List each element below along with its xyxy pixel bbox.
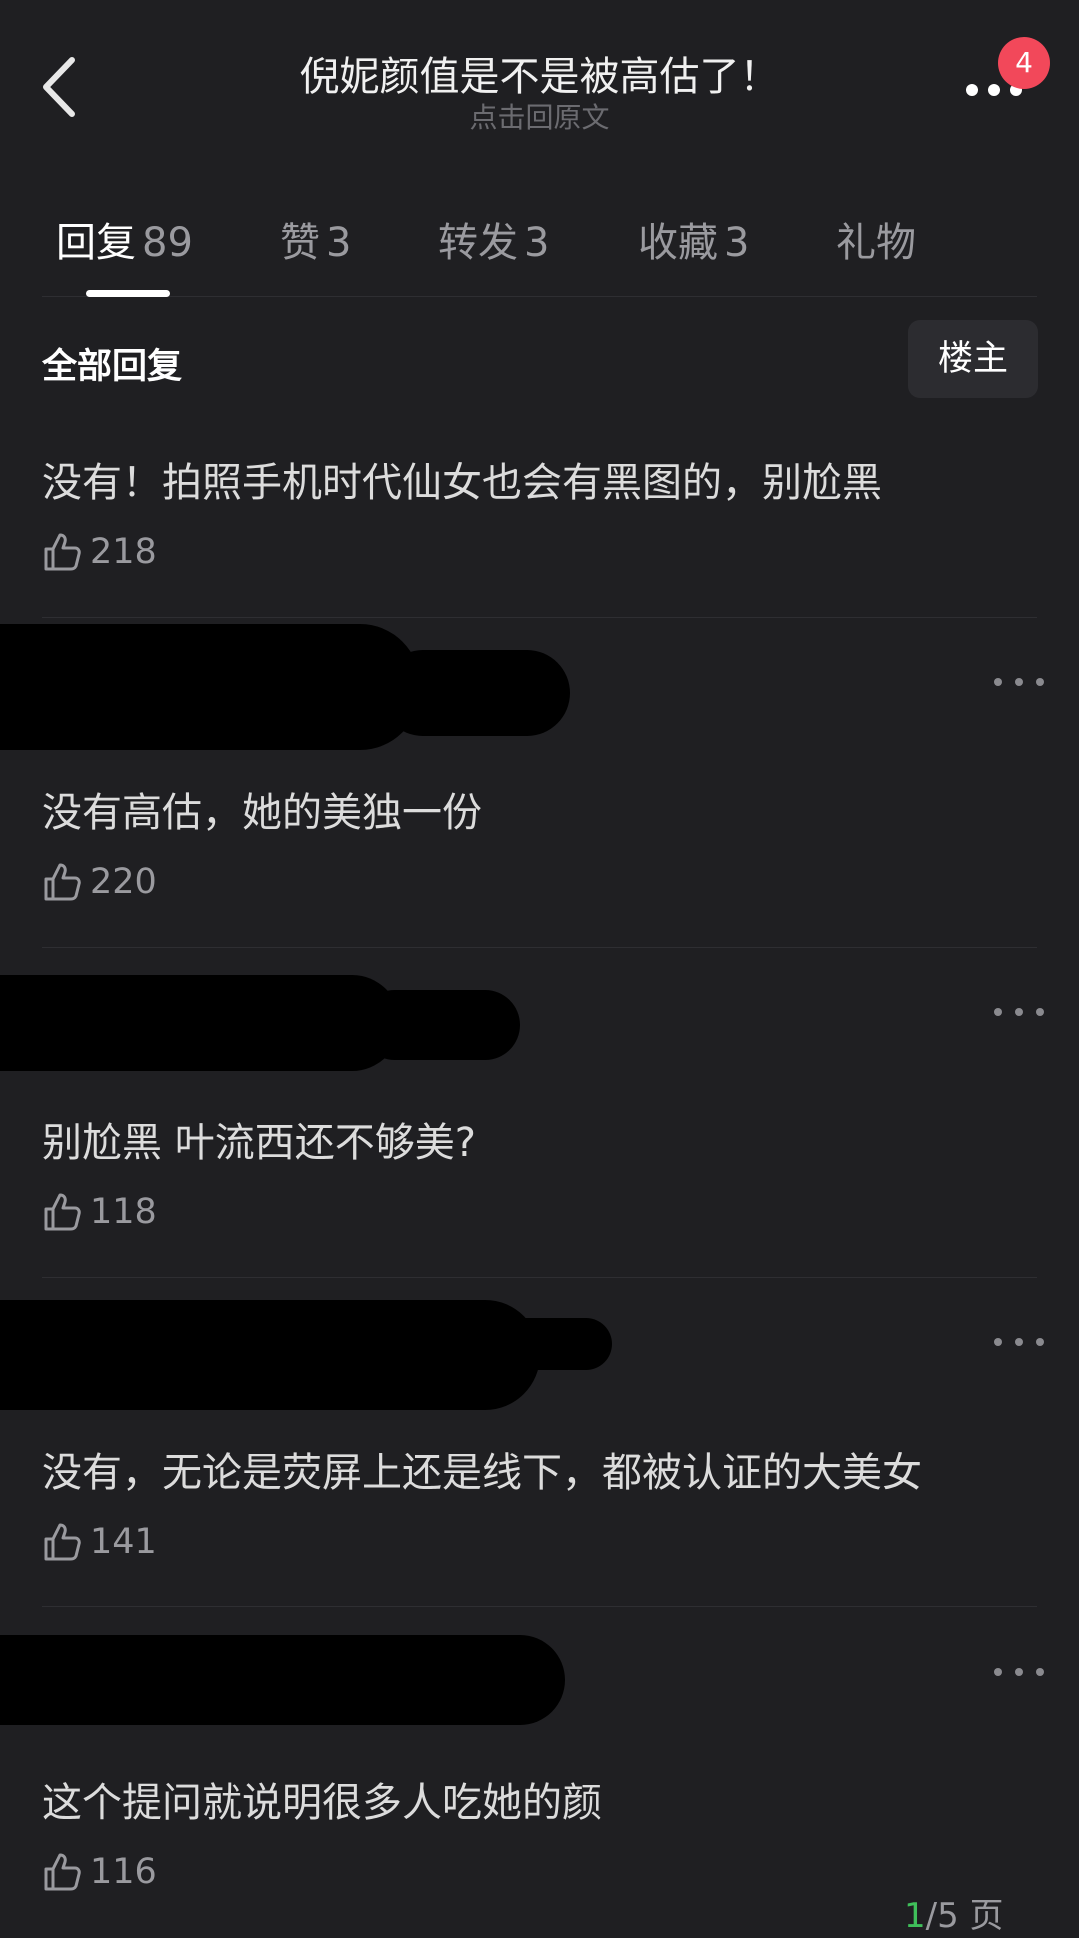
redacted-user-info xyxy=(0,1635,565,1725)
dot xyxy=(1015,678,1023,686)
page-title: 倪妮颜值是不是被高估了！ xyxy=(299,54,780,100)
page-total: /5 页 xyxy=(925,1896,1004,1936)
reply-divider xyxy=(42,947,1037,948)
dot xyxy=(994,1668,1002,1676)
reply-divider xyxy=(42,617,1037,618)
tab-label: 转发 xyxy=(438,220,518,266)
tab-label: 回复 xyxy=(56,220,136,266)
like-button[interactable]: 116 xyxy=(42,1848,157,1896)
notification-badge: 4 xyxy=(998,37,1050,89)
reply-text: 没有，无论是荧屏上还是线下，都被认证的大美女 xyxy=(42,1450,922,1496)
dot xyxy=(1015,1338,1023,1346)
tab-gifts[interactable]: 礼物 xyxy=(836,210,916,268)
reply-text: 没有！拍照手机时代仙女也会有黑图的，别尬黑 xyxy=(42,460,882,506)
reply-text: 这个提问就说明很多人吃她的颜 xyxy=(42,1780,602,1826)
tab-replies[interactable]: 回复 89 xyxy=(56,210,193,268)
redacted-user-info xyxy=(0,1300,540,1410)
dot xyxy=(994,678,1002,686)
tab-count: 89 xyxy=(142,220,193,266)
tab-label: 收藏 xyxy=(638,220,718,266)
dot xyxy=(1036,678,1044,686)
dot xyxy=(1036,1338,1044,1346)
like-count: 141 xyxy=(90,1522,157,1562)
reply-text: 别尬黑 叶流西还不够美? xyxy=(42,1120,476,1166)
like-count: 116 xyxy=(90,1852,157,1892)
reply-text: 没有高估，她的美独一份 xyxy=(42,790,482,836)
like-count: 118 xyxy=(90,1192,157,1232)
like-button[interactable]: 218 xyxy=(42,528,157,576)
like-count: 218 xyxy=(90,532,157,572)
tab-count: 3 xyxy=(326,220,352,266)
tab-label: 礼物 xyxy=(836,220,916,266)
thumbs-up-icon xyxy=(44,1193,81,1231)
dot xyxy=(994,1008,1002,1016)
tab-likes[interactable]: 赞3 xyxy=(280,210,351,268)
thumbs-up-icon xyxy=(44,863,81,901)
reply-more-button[interactable] xyxy=(994,1665,1044,1679)
like-button[interactable]: 141 xyxy=(42,1518,157,1566)
reply-more-button[interactable] xyxy=(994,1005,1044,1019)
like-count: 220 xyxy=(90,862,157,902)
redacted-user-info xyxy=(500,1318,612,1370)
tab-count: 3 xyxy=(524,220,550,266)
redacted-user-info xyxy=(0,975,400,1071)
back-button[interactable] xyxy=(36,52,96,122)
redacted-user-info xyxy=(360,990,520,1060)
current-page: 1 xyxy=(904,1896,926,1936)
tab-favorites[interactable]: 收藏 3 xyxy=(638,210,749,268)
reply-more-button[interactable] xyxy=(994,1335,1044,1349)
dot xyxy=(1036,1668,1044,1676)
thumbs-up-icon xyxy=(44,533,81,571)
thumbs-up-icon xyxy=(44,1523,81,1561)
like-button[interactable]: 220 xyxy=(42,858,157,906)
op-only-button[interactable]: 楼主 xyxy=(908,320,1038,398)
reply-divider xyxy=(42,1606,1037,1607)
back-chevron-icon xyxy=(43,57,75,117)
reply-more-button[interactable] xyxy=(994,675,1044,689)
reply-divider xyxy=(42,1277,1037,1278)
section-title: 全部回复 xyxy=(42,347,183,387)
active-tab-indicator xyxy=(86,290,170,297)
dot xyxy=(1015,1668,1023,1676)
tabs-divider xyxy=(42,296,1037,297)
dot xyxy=(994,1338,1002,1346)
like-button[interactable]: 118 xyxy=(42,1188,157,1236)
redacted-user-info xyxy=(380,650,570,736)
page-indicator[interactable]: 1/5 页 xyxy=(904,1888,1004,1937)
tab-reposts[interactable]: 转发 3 xyxy=(438,210,549,268)
tab-label: 赞 xyxy=(280,220,320,266)
dot xyxy=(1036,1008,1044,1016)
back-to-original-link[interactable]: 点击回原文 xyxy=(180,96,899,136)
redacted-user-info xyxy=(0,624,420,750)
thumbs-up-icon xyxy=(44,1853,81,1891)
dot xyxy=(1015,1008,1023,1016)
tab-count: 3 xyxy=(724,220,750,266)
